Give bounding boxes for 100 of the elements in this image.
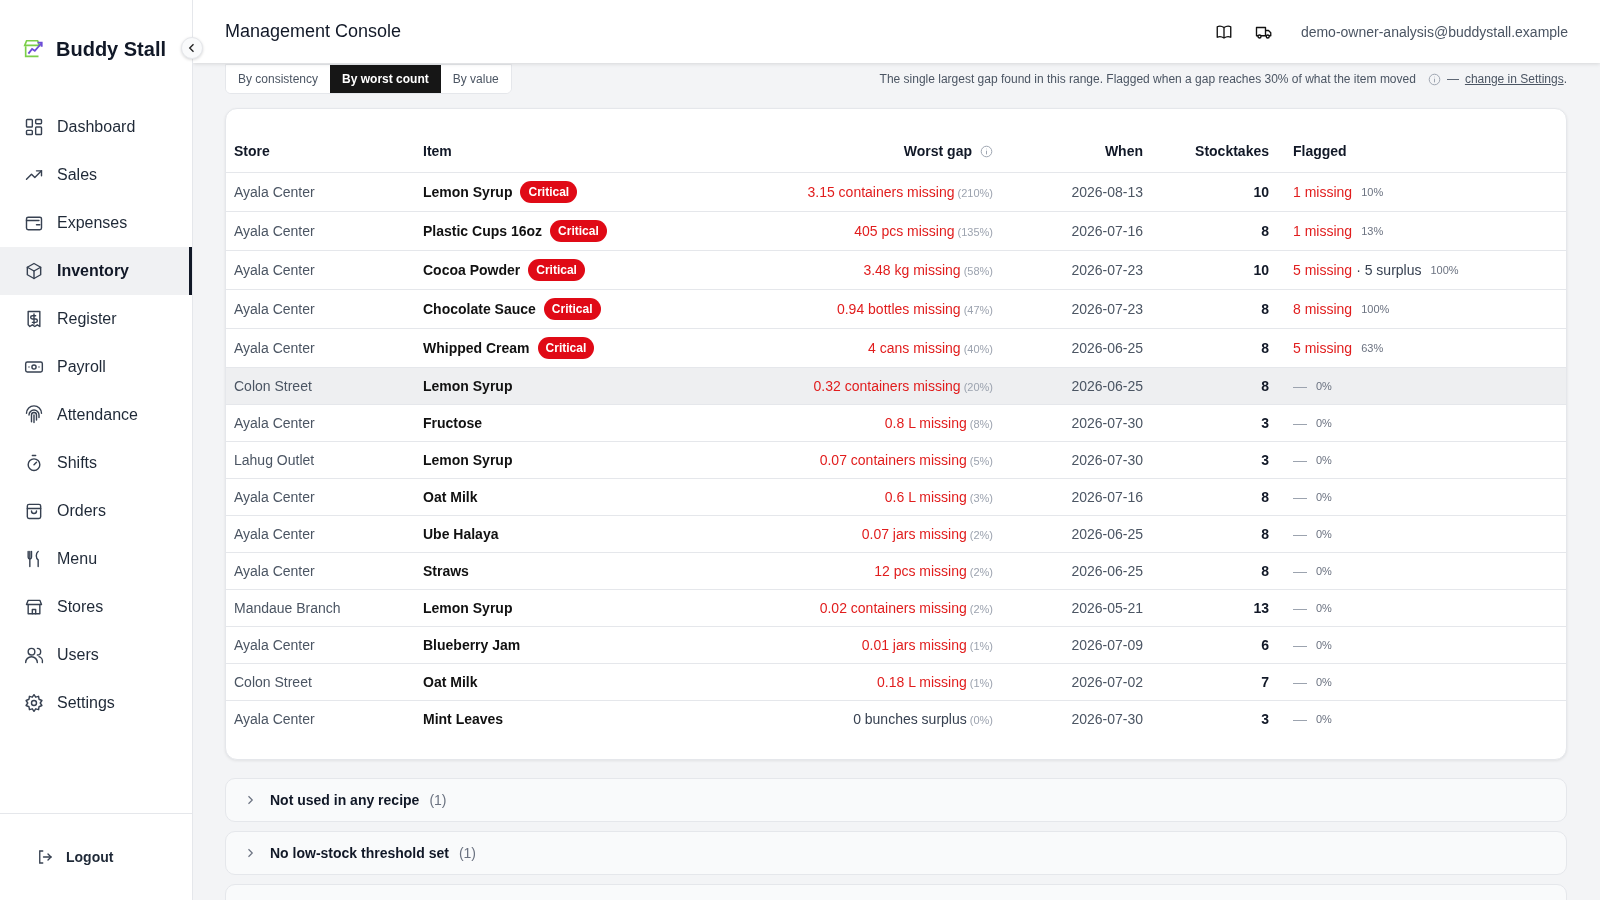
- nav-item[interactable]: Register: [0, 295, 192, 343]
- column-header: Worst gap: [903, 143, 972, 159]
- table-cell: Ayala Center: [226, 478, 415, 516]
- collapsible-panel[interactable]: No low-stock threshold set (1): [225, 831, 1567, 875]
- nav-item[interactable]: Settings: [0, 679, 192, 727]
- fingerprint-icon: [24, 405, 44, 425]
- table-cell: 2026-06-25: [1025, 552, 1151, 590]
- table-cell: Ayala Center: [226, 211, 415, 251]
- table-row[interactable]: Ayala Center Mint Leaves 0 bunches surplus (0%) 2026-07-30 3 — 0%: [226, 700, 1566, 737]
- collapse-button[interactable]: [181, 37, 203, 59]
- table-row[interactable]: Ayala Center Straws 12 pcs missing (2%) 2026-06-25 8 — 0%: [226, 552, 1566, 590]
- item-name: Oat Milk: [423, 489, 478, 505]
- info-icon: [980, 145, 993, 158]
- table-row[interactable]: Ayala Center Chocolate Sauce Critical 0.94 bottles missing (47%) 2026-07-23 8 8 missing 100%: [226, 289, 1566, 329]
- page-title: Management Console: [225, 21, 402, 42]
- table-row[interactable]: Ayala Center Lemon Syrup Critical 3.15 containers missing (210%) 2026-08-13 10 1 missing 10%: [226, 172, 1566, 212]
- period-text: .: [1563, 72, 1567, 86]
- column-header: Store: [226, 129, 415, 173]
- gap-percent: (3%): [969, 492, 993, 504]
- gap-percent: (2%): [969, 603, 993, 615]
- table-cell: 8: [1151, 289, 1277, 329]
- table-row[interactable]: Ayala Center Ube Halaya 0.07 jars missing (2%) 2026-06-25 8 — 0%: [226, 515, 1566, 553]
- gap-percent: (40%): [963, 343, 993, 355]
- gap-amount: 0.8 L missing: [884, 415, 967, 431]
- gap-amount: 405 pcs missing: [854, 223, 955, 239]
- nav-item[interactable]: Payroll: [0, 343, 192, 391]
- table-cell: Ayala Center: [226, 172, 415, 212]
- gap-amount: 0.6 L missing: [884, 489, 967, 505]
- table-cell: 2026-07-02: [1025, 663, 1151, 701]
- collapsible-panel[interactable]: Not used in any recipe (1): [225, 778, 1567, 822]
- flag-percent: 100%: [1430, 264, 1459, 276]
- table-row[interactable]: Lahug Outlet Lemon Syrup 0.07 containers missing (5%) 2026-07-30 3 — 0%: [226, 441, 1566, 479]
- flag-percent: 13%: [1361, 225, 1384, 237]
- settings-link[interactable]: change in Settings: [1464, 72, 1564, 86]
- highlighted-row[interactable]: Colon Street Lemon Syrup 0.32 containers missing (20%) 2026-06-25 8 — 0%: [226, 367, 1566, 405]
- nav-item[interactable]: Users: [0, 631, 192, 679]
- nav-item[interactable]: Sales: [0, 151, 192, 199]
- table-cell: 13: [1151, 589, 1277, 627]
- flag-percent: 0%: [1316, 491, 1332, 503]
- dash-text: —: [1446, 72, 1459, 86]
- table-row[interactable]: Ayala Center Cocoa Powder Critical 3.48 kg missing (58%) 2026-07-23 10 5 missing · 5 surplus 100%: [226, 250, 1566, 290]
- view-tab[interactable]: By worst count: [330, 65, 441, 93]
- nav-item[interactable]: Inventory: [0, 247, 192, 295]
- item-name: Whipped Cream: [423, 340, 530, 356]
- item-name: Lemon Syrup: [423, 378, 513, 394]
- table-cell: Colon Street: [226, 663, 415, 701]
- table-cell: 8: [1151, 211, 1277, 251]
- users-icon: [24, 645, 44, 665]
- dashboard-icon: [24, 117, 44, 137]
- missing-count: 1 missing: [1293, 184, 1353, 200]
- flag-percent: 0%: [1316, 454, 1332, 466]
- table-row[interactable]: Ayala Center Fructose 0.8 L missing (8%) 2026-07-30 3 — 0%: [226, 404, 1566, 442]
- gap-percent: (20%): [963, 381, 993, 393]
- gap-amount: 0.02 containers missing: [819, 600, 967, 616]
- section-count: (1): [429, 792, 447, 808]
- logo-icon: [22, 38, 44, 60]
- receipt-icon: [24, 309, 44, 329]
- nav-item[interactable]: Dashboard: [0, 103, 192, 151]
- table-cell: 2026-06-25: [1025, 515, 1151, 553]
- table-row[interactable]: Ayala Center Blueberry Jam 0.01 jars missing (1%) 2026-07-09 6 — 0%: [226, 626, 1566, 664]
- nav-item[interactable]: Stores: [0, 583, 192, 631]
- nav-item[interactable]: Attendance: [0, 391, 192, 439]
- item-name: Chocolate Sauce: [423, 301, 536, 317]
- nav-item[interactable]: Menu: [0, 535, 192, 583]
- gap-amount: 0.01 jars missing: [861, 637, 967, 653]
- flag-percent: 10%: [1361, 186, 1384, 198]
- table-row[interactable]: Mandaue Branch Lemon Syrup 0.02 containers missing (2%) 2026-05-21 13 — 0%: [226, 589, 1566, 627]
- table-cell: Ayala Center: [226, 404, 415, 442]
- gap-amount: 0 bunches surplus: [853, 711, 967, 727]
- table-cell: 8: [1151, 515, 1277, 553]
- critical-badge: Critical: [543, 298, 601, 320]
- table-cell: Ayala Center: [226, 626, 415, 664]
- table-row[interactable]: Colon Street Oat Milk 0.18 L missing (1%) 2026-07-02 7 — 0%: [226, 663, 1566, 701]
- gap-amount: 0.94 bottles missing: [836, 301, 961, 317]
- gap-amount: 3.15 containers missing: [807, 184, 955, 200]
- critical-badge: Critical: [550, 220, 607, 242]
- gap-percent: (0%): [969, 714, 993, 726]
- item-name: Lemon Syrup: [423, 600, 513, 616]
- table-row[interactable]: Ayala Center Oat Milk 0.6 L missing (3%) 2026-07-16 8 — 0%: [226, 478, 1566, 516]
- gap-amount: 3.48 kg missing: [863, 262, 961, 278]
- gap-percent: (2%): [969, 566, 993, 578]
- nav-item[interactable]: Orders: [0, 487, 192, 535]
- item-name: Blueberry Jam: [423, 637, 521, 653]
- nav-item[interactable]: Shifts: [0, 439, 192, 487]
- table-row[interactable]: Ayala Center Plastic Cups 16oz Critical 405 pcs missing (135%) 2026-07-16 8 1 missing 13%: [226, 211, 1566, 251]
- logout-button[interactable]: Logout: [0, 848, 114, 866]
- dash-text: —: [1293, 711, 1307, 727]
- dash-text: —: [1293, 674, 1307, 690]
- table-cell: 2026-07-16: [1025, 211, 1151, 251]
- gap-amount: 0.32 containers missing: [813, 378, 961, 394]
- table-row[interactable]: Ayala Center Whipped Cream Critical 4 cans missing (40%) 2026-06-25 8 5 missing 63%: [226, 328, 1566, 368]
- dash-text: —: [1293, 526, 1307, 542]
- flag-percent: 63%: [1361, 342, 1384, 354]
- dash-text: —: [1293, 600, 1307, 616]
- table-cell: 2026-07-23: [1025, 289, 1151, 329]
- table-cell: 2026-07-16: [1025, 478, 1151, 516]
- nav-item[interactable]: Expenses: [0, 199, 192, 247]
- gap-percent: (58%): [963, 265, 993, 277]
- wallet-icon: [24, 213, 44, 233]
- flag-percent: 0%: [1316, 713, 1332, 725]
